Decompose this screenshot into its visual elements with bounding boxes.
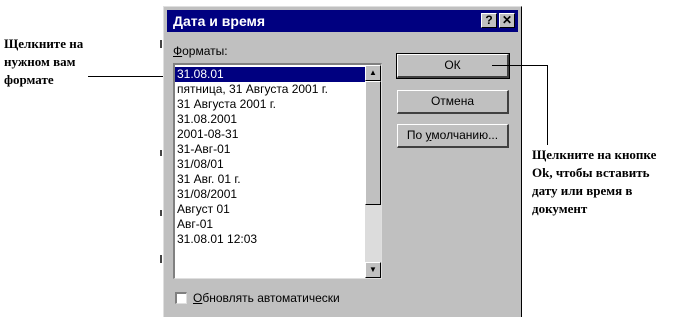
callout-right-connector-v [547, 65, 548, 145]
help-button[interactable]: ? [481, 13, 497, 28]
callout-line: Щелкните на [4, 36, 84, 51]
formats-label-accel: Ф [173, 44, 183, 58]
format-item[interactable]: 31-Авг-01 [175, 142, 365, 157]
auto-update-checkbox[interactable] [175, 292, 187, 304]
callout-line: документ [532, 201, 588, 216]
document-mark [160, 210, 162, 216]
format-item[interactable]: 31.08.2001 [175, 112, 365, 127]
callout-line: формате [4, 72, 54, 87]
default-button[interactable]: По умолчанию... [397, 124, 509, 148]
scroll-thumb[interactable] [365, 81, 381, 205]
ok-button[interactable]: ОК [396, 53, 510, 79]
callout-right-connector-h [492, 65, 548, 66]
format-item[interactable]: 31 Авг. 01 г. [175, 172, 365, 187]
scroll-down-arrow-icon[interactable]: ▼ [365, 262, 381, 278]
format-item[interactable]: 31/08/01 [175, 157, 365, 172]
callout-select-format: Щелкните на нужном вам формате [4, 35, 154, 89]
default-button-post: молчанию... [431, 128, 499, 142]
formats-listbox[interactable]: 31.08.01 пятница, 31 Августа 2001 г. 31 … [173, 63, 382, 279]
auto-update-rest: бновлять автоматически [202, 291, 340, 305]
format-item[interactable]: 2001-08-31 [175, 127, 365, 142]
title-bar[interactable]: Дата и время ? ✕ [167, 10, 518, 32]
document-mark [160, 150, 162, 156]
date-time-dialog: Дата и время ? ✕ Форматы: 31.08.01 пятни… [163, 6, 522, 317]
format-item[interactable]: Август 01 [175, 202, 365, 217]
format-item[interactable]: 31.08.01 12:03 [175, 232, 365, 247]
scroll-up-arrow-icon[interactable]: ▲ [365, 65, 381, 81]
default-button-pre: По [406, 128, 426, 142]
callout-click-ok: Щелкните на кнопке Ok, чтобы вставить да… [532, 146, 698, 218]
format-item[interactable]: 31 Августа 2001 г. [175, 97, 365, 112]
format-item-selected[interactable]: 31.08.01 [175, 67, 365, 82]
callout-line: дату или время в [532, 183, 633, 198]
format-item[interactable]: 31/08/2001 [175, 187, 365, 202]
callout-line: нужном вам [4, 54, 76, 69]
close-button[interactable]: ✕ [499, 13, 515, 28]
format-item[interactable]: Авг-01 [175, 217, 365, 232]
callout-line: Ok, чтобы вставить [532, 165, 650, 180]
format-item[interactable]: пятница, 31 Августа 2001 г. [175, 82, 365, 97]
list-scrollbar[interactable]: ▲ ▼ [365, 65, 381, 278]
callout-line: Щелкните на кнопке [532, 147, 657, 162]
document-mark [160, 40, 162, 48]
cancel-button[interactable]: Отмена [397, 90, 509, 114]
formats-label: Форматы: [173, 44, 228, 58]
document-mark [160, 255, 162, 263]
auto-update-accel: О [193, 291, 203, 305]
auto-update-label[interactable]: Обновлять автоматически [193, 291, 340, 305]
formats-list: 31.08.01 пятница, 31 Августа 2001 г. 31 … [175, 67, 365, 247]
formats-label-rest: орматы: [182, 44, 228, 58]
dialog-title: Дата и время [173, 13, 266, 29]
